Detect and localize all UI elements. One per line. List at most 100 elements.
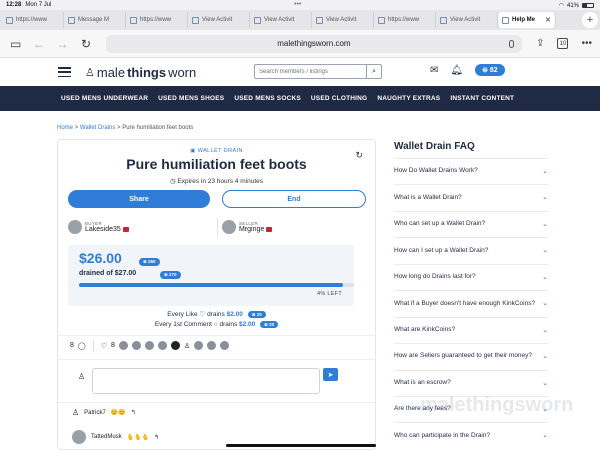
coins-badge[interactable]: ⊜ 82 — [475, 64, 505, 76]
comment-username[interactable]: TattedMusk — [91, 434, 122, 440]
tab-label: View Activit — [202, 17, 233, 23]
browser-tab[interactable]: View Activit — [312, 12, 374, 28]
faq-item[interactable]: What if a Buyer doesn't have enough Kink… — [394, 290, 548, 316]
back-icon[interactable]: ← — [31, 37, 46, 51]
breadcrumb-wallet-drains[interactable]: Wallet Drains — [80, 125, 115, 131]
seller-name[interactable]: Mrginge — [239, 226, 264, 233]
nav-item-instant-content[interactable]: INSTANT CONTENT — [450, 95, 514, 102]
faq-item[interactable]: What are KinkCoins? ⌄ — [394, 316, 548, 343]
comment-item: TattedMusk 🫰🫰🫰 ↰ — [72, 430, 159, 444]
avatar[interactable] — [68, 220, 82, 234]
nav-item-socks[interactable]: USED MENS SOCKS — [234, 95, 301, 102]
avatar[interactable] — [118, 341, 128, 350]
faq-question: What is a Wallet Drain? — [394, 193, 462, 201]
chevron-down-icon[interactable]: ⌄ — [542, 193, 548, 202]
browser-tab[interactable]: https://www — [126, 12, 188, 28]
hanger-icon: ♙ — [85, 66, 95, 79]
tab-overview-button[interactable]: 10 — [557, 38, 569, 49]
avatar[interactable] — [72, 430, 86, 444]
status-date: Mon 7 Jul — [25, 2, 52, 8]
browser-tab[interactable]: View Activit — [188, 12, 250, 28]
faq-item[interactable]: How Do Wallet Drains Work? ⌄ — [394, 158, 548, 184]
comment-input[interactable] — [92, 368, 320, 394]
drain-badge: ▣ WALLET DRAIN — [190, 148, 243, 154]
browser-tab[interactable]: View Activit — [436, 12, 498, 28]
buyer-name[interactable]: Lakeside35 — [85, 226, 121, 233]
chevron-down-icon[interactable]: ⌄ — [542, 273, 548, 282]
avatar[interactable] — [220, 341, 230, 350]
clock-icon: ◷ — [169, 178, 176, 185]
chevron-down-icon[interactable]: ⌄ — [542, 299, 548, 308]
chevron-down-icon[interactable]: ⌄ — [542, 431, 548, 440]
browser-tab[interactable]: View Activit — [250, 12, 312, 28]
nav-item-clothing[interactable]: USED CLOTHING — [311, 95, 367, 102]
close-tab-icon[interactable]: ✕ — [545, 16, 551, 24]
home-indicator[interactable] — [226, 444, 376, 447]
chevron-down-icon[interactable]: ⌄ — [542, 326, 548, 335]
status-bar: 12:28 Mon 7 Jul ••• ◠ 41% — [0, 0, 600, 10]
nav-item-underwear[interactable]: USED MENS UNDERWEAR — [61, 95, 148, 102]
send-comment-button[interactable]: ➤ — [323, 368, 338, 381]
forward-icon[interactable]: → — [55, 37, 70, 51]
breadcrumb-home[interactable]: Home — [57, 125, 73, 131]
like-heart-icon[interactable]: ♡ — [101, 342, 107, 350]
nav-item-extras[interactable]: NAUGHTY EXTRAS — [377, 95, 440, 102]
hamburger-menu-icon[interactable] — [58, 67, 71, 77]
seller-info[interactable]: SELLER Mrginge — [222, 220, 273, 234]
avatar[interactable] — [207, 341, 217, 350]
avatar[interactable] — [222, 220, 236, 234]
comment-username[interactable]: Patrick7 — [84, 410, 106, 416]
faq-item[interactable]: Who can participate in the Drain? ⌄ — [394, 422, 548, 448]
reload-icon[interactable]: ↻ — [78, 37, 93, 51]
faq-item[interactable]: Who can set up a Wallet Drain? ⌄ — [394, 210, 548, 237]
faq-item[interactable]: How long do Drains last for? ⌄ — [394, 263, 548, 290]
avatar[interactable] — [144, 341, 154, 350]
site-search: ⌕ — [254, 64, 382, 79]
multitask-dots-icon[interactable]: ••• — [294, 1, 301, 8]
battery-percent: 41% — [566, 2, 579, 9]
share-button[interactable]: Share — [68, 190, 210, 208]
chevron-down-icon[interactable]: ⌄ — [542, 352, 548, 361]
chevron-down-icon[interactable]: ⌄ — [542, 246, 548, 255]
browser-tab-active[interactable]: Help Me ✕ — [498, 12, 556, 28]
percent-left: 4% LEFT — [316, 291, 342, 297]
reply-icon[interactable]: ↰ — [131, 409, 136, 416]
avatar[interactable] — [170, 341, 180, 350]
chevron-down-icon[interactable]: ⌄ — [542, 379, 548, 388]
browser-tab[interactable]: https://www — [374, 12, 436, 28]
end-button[interactable]: End — [222, 190, 366, 208]
chevron-down-icon[interactable]: ⌄ — [542, 220, 548, 229]
faq-item[interactable]: How can I set up a Wallet Drain? ⌄ — [394, 237, 548, 263]
favicon-icon — [192, 16, 199, 24]
faq-item[interactable]: What is a Wallet Drain? ⌄ — [394, 184, 548, 210]
like-rate-mid: drains — [207, 311, 225, 318]
search-input[interactable] — [255, 65, 367, 78]
comment-bubble-icon[interactable]: ◯ — [78, 342, 86, 350]
address-bar[interactable]: malethingsworn.com — [105, 34, 523, 53]
nav-item-shoes[interactable]: USED MENS SHOES — [158, 95, 224, 102]
faq-item[interactable]: How are Sellers guaranteed to get their … — [394, 343, 548, 369]
reply-icon[interactable]: ↰ — [154, 434, 159, 441]
microphone-icon[interactable] — [509, 39, 515, 48]
faq-question: What is an escrow? — [394, 378, 451, 386]
browser-tab[interactable]: Message M — [64, 12, 126, 28]
drained-coins: 270 — [169, 272, 177, 277]
new-tab-button[interactable]: + — [582, 12, 598, 28]
avatar[interactable] — [194, 341, 204, 350]
mail-icon[interactable]: ✉ — [430, 65, 438, 76]
sidebar-toggle-icon[interactable]: ▭ — [8, 37, 23, 51]
share-icon[interactable]: ⇪ — [536, 38, 544, 49]
faq-item[interactable]: What is an escrow? ⌄ — [394, 369, 548, 396]
chevron-down-icon[interactable]: ⌄ — [542, 167, 548, 176]
silhouette-icon[interactable]: ♙ — [184, 342, 190, 350]
browser-tab[interactable]: https://www — [2, 12, 64, 28]
amount-coins-badge: ⊜ 260 — [139, 258, 160, 266]
bell-icon[interactable]: 🔔︎ — [450, 65, 463, 76]
buyer-info[interactable]: BUYER Lakeside35 — [68, 220, 129, 234]
avatar[interactable] — [131, 341, 141, 350]
site-logo[interactable]: ♙ male things worn — [85, 65, 196, 80]
search-icon[interactable]: ⌕ — [366, 65, 381, 78]
logo-text-things: things — [127, 64, 167, 80]
avatar[interactable] — [157, 341, 167, 350]
more-icon[interactable]: ••• — [581, 38, 592, 49]
